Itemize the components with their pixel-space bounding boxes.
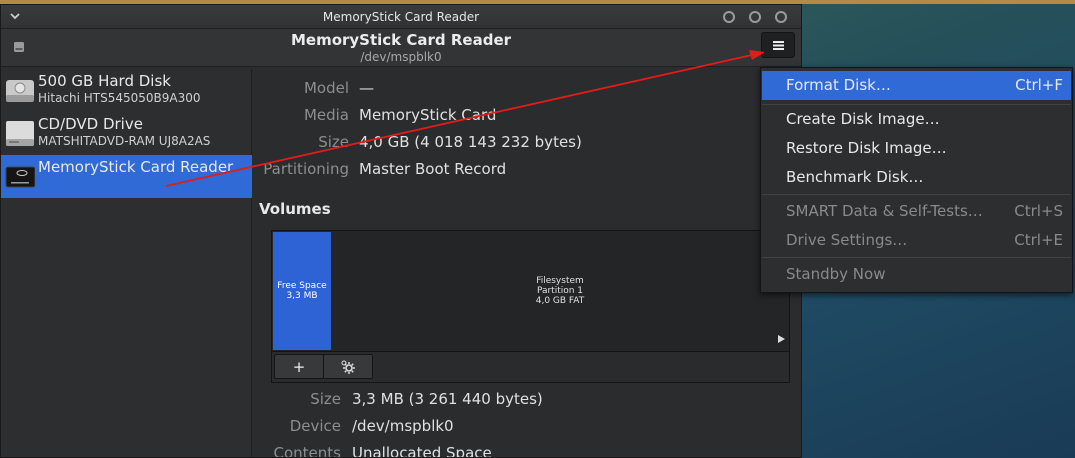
drive-menu: Format Disk… Ctrl+F Create Disk Image… R… [760, 67, 1073, 293]
volume-size-value: 3,3 MB (3 261 440 bytes) [352, 390, 543, 408]
volume-map: Free Space 3,3 MB Filesystem Partition 1… [271, 230, 790, 383]
volume-contents-value: Unallocated Space [352, 444, 492, 458]
menu-item-smart-data[interactable]: SMART Data & Self-Tests… Ctrl+S [762, 197, 1071, 226]
drive-header: MemoryStick Card Reader /dev/mspblk0 [1, 29, 801, 67]
media-label: Media [303, 106, 349, 124]
menu-item-shortcut: Ctrl+E [1014, 231, 1063, 249]
gear-icon [341, 360, 355, 374]
volume-contents-label: Contents [273, 444, 341, 458]
volumes-title: Volumes [259, 200, 331, 218]
segment-partition: Partition 1 [536, 286, 584, 296]
menu-separator [762, 194, 1071, 195]
header-title: MemoryStick Card Reader [290, 31, 512, 49]
free-space-segment[interactable]: Free Space 3,3 MB [273, 232, 331, 350]
drive-list: 500 GB Hard Disk Hitachi HTS545050B9A300… [1, 69, 252, 457]
window-title: MemoryStick Card Reader [322, 9, 480, 24]
disks-window: MemoryStick Card Reader MemoryStick Card… [0, 4, 802, 458]
model-label: Model [303, 79, 349, 97]
menu-item-benchmark-disk[interactable]: Benchmark Disk… [762, 163, 1071, 192]
partitioning-label: Partitioning [263, 160, 349, 178]
volume-toolbar: + [272, 351, 789, 382]
menu-item-label: Drive Settings… [786, 231, 908, 249]
partitioning-value: Master Boot Record [359, 160, 507, 178]
segment-label: Free Space [277, 281, 327, 291]
menu-item-label: Create Disk Image… [786, 110, 940, 128]
window-controls [723, 11, 787, 23]
segment-size: 4,0 GB FAT [535, 296, 585, 306]
drive-menu-button[interactable] [761, 32, 795, 58]
partition-segment[interactable]: Filesystem Partition 1 4,0 GB FAT [332, 232, 788, 350]
menu-item-label: Restore Disk Image… [786, 139, 947, 157]
sidebar-item-name: MemoryStick Card Reader [38, 158, 234, 176]
volume-scroll-arrow[interactable] [778, 335, 785, 343]
menu-item-shortcut: Ctrl+F [1015, 76, 1063, 94]
hard-disk-icon [6, 80, 34, 102]
sidebar-item-optical-drive[interactable]: CD/DVD Drive MATSHITADVD-RAM UJ8A2AS [1, 112, 252, 155]
optical-drive-icon [6, 121, 34, 146]
menu-item-label: Standby Now [786, 265, 886, 283]
card-reader-icon [5, 166, 35, 188]
menu-item-label: SMART Data & Self-Tests… [786, 202, 983, 220]
menu-item-drive-settings[interactable]: Drive Settings… Ctrl+E [762, 226, 1071, 255]
volume-device-value: /dev/mspblk0 [352, 417, 454, 435]
minimize-button[interactable] [723, 11, 735, 23]
segment-size: 3,3 MB [286, 291, 318, 301]
drive-icon [14, 42, 24, 52]
window-titlebar[interactable]: MemoryStick Card Reader [1, 5, 801, 29]
menu-item-format-disk[interactable]: Format Disk… Ctrl+F [762, 71, 1071, 100]
menu-item-shortcut: Ctrl+S [1014, 202, 1063, 220]
sidebar-item-detail: MATSHITADVD-RAM UJ8A2AS [38, 134, 211, 148]
menu-item-label: Format Disk… [786, 76, 891, 94]
volume-size-label: Size [310, 390, 341, 408]
sidebar-item-name: 500 GB Hard Disk [38, 72, 171, 90]
close-button[interactable] [775, 11, 787, 23]
chevron-down-icon[interactable] [8, 9, 22, 23]
size-label: Size [318, 133, 349, 151]
header-subtitle: /dev/mspblk0 [360, 50, 442, 64]
hamburger-menu-icon [772, 40, 784, 50]
sidebar-item-detail: Hitachi HTS545050B9A300 [38, 91, 201, 105]
size-value: 4,0 GB (4 018 143 232 bytes) [359, 133, 582, 151]
volume-device-label: Device [289, 417, 341, 435]
segment-label: Filesystem [536, 276, 584, 286]
drive-details: Model — Media MemoryStick Card Size 4,0 … [253, 69, 801, 458]
menu-separator [762, 257, 1071, 258]
sidebar-item-hard-disk[interactable]: 500 GB Hard Disk Hitachi HTS545050B9A300 [1, 69, 252, 112]
menu-item-standby-now[interactable]: Standby Now [762, 260, 1071, 289]
menu-item-restore-disk-image[interactable]: Restore Disk Image… [762, 134, 1071, 163]
add-partition-button[interactable]: + [274, 354, 324, 379]
maximize-button[interactable] [749, 11, 761, 23]
menu-item-create-disk-image[interactable]: Create Disk Image… [762, 105, 1071, 134]
model-value: — [359, 79, 374, 97]
sidebar-item-card-reader[interactable]: MemoryStick Card Reader [1, 155, 252, 198]
partition-options-button[interactable] [323, 354, 373, 379]
sidebar-item-name: CD/DVD Drive [38, 115, 143, 133]
media-value: MemoryStick Card [359, 106, 497, 124]
menu-item-label: Benchmark Disk… [786, 168, 924, 186]
